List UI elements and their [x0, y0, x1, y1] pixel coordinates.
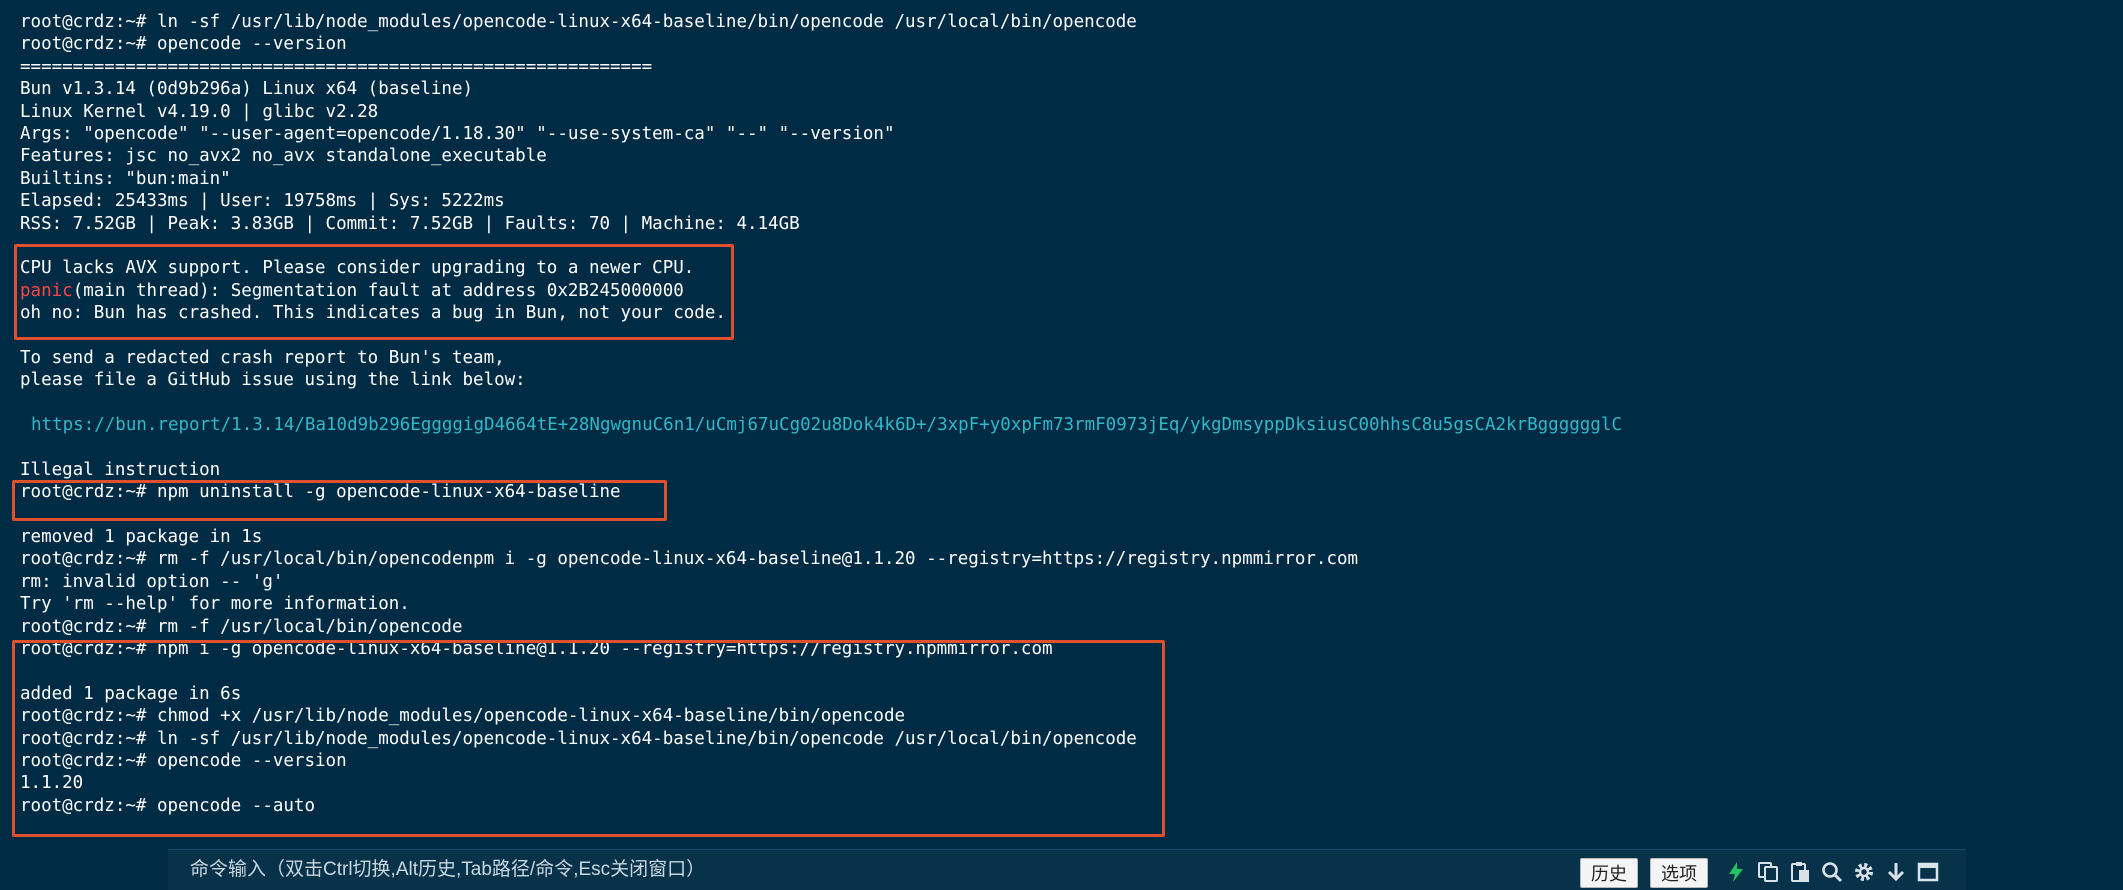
terminal-line-text: rm: invalid option -- 'g' [20, 571, 284, 592]
terminal-line: Bun v1.3.14 (0d9b296a) Linux x64 (baseli… [20, 78, 2100, 100]
terminal-line: removed 1 package in 1s [20, 526, 2100, 548]
terminal-line: Builtins: "bun:main" [20, 168, 2100, 190]
download-icon[interactable] [1882, 858, 1910, 886]
terminal-line-text: root@crdz:~# opencode --version [20, 34, 347, 55]
crash-report-link[interactable]: https://bun.report/1.3.14/Ba10d9b296Eggg… [20, 414, 2100, 436]
terminal-line-text: removed 1 package in 1s [20, 526, 263, 547]
lightning-icon[interactable] [1722, 858, 1750, 886]
terminal-line-text: Builtins: "bun:main" [20, 168, 231, 189]
terminal-line-text: root@crdz:~# rm -f /usr/local/bin/openco… [20, 549, 1359, 570]
terminal-line-text: ========================================… [20, 56, 653, 77]
terminal-line-text: Bun v1.3.14 (0d9b296a) Linux x64 (baseli… [20, 79, 474, 100]
terminal-window[interactable]: root@crdz:~# ln -sf /usr/lib/node_module… [0, 0, 2123, 890]
terminal-line-text: Args: "opencode" "--user-agent=opencode/… [20, 123, 895, 144]
highlight-uninstall-box [12, 480, 667, 521]
terminal-line: please file a GitHub issue using the lin… [20, 369, 2100, 391]
paste-icon[interactable] [1786, 858, 1814, 886]
terminal-line-text: Elapsed: 25433ms | User: 19758ms | Sys: … [20, 191, 505, 212]
options-button[interactable]: 选项 [1650, 858, 1708, 888]
terminal-line-text: RSS: 7.52GB | Peak: 3.83GB | Commit: 7.5… [20, 213, 800, 234]
terminal-line: Elapsed: 25433ms | User: 19758ms | Sys: … [20, 190, 2100, 212]
terminal-line: root@crdz:~# rm -f /usr/local/bin/openco… [20, 548, 2100, 570]
copy-icon[interactable] [1754, 858, 1782, 886]
terminal-line: Linux Kernel v4.19.0 | glibc v2.28 [20, 101, 2100, 123]
terminal-line: Illegal instruction [20, 459, 2100, 481]
terminal-line: Args: "opencode" "--user-agent=opencode/… [20, 123, 2100, 145]
terminal-line-text: please file a GitHub issue using the lin… [20, 370, 526, 391]
terminal-line: rm: invalid option -- 'g' [20, 571, 2100, 593]
command-input-bar: 历史 选项 [168, 849, 1966, 890]
window-icon[interactable] [1914, 858, 1942, 886]
terminal-line-text: Try 'rm --help' for more information. [20, 594, 410, 615]
highlight-reinstall-box [12, 640, 1165, 837]
terminal-line: root@crdz:~# ln -sf /usr/lib/node_module… [20, 11, 2100, 33]
terminal-line-text: root@crdz:~# ln -sf /usr/lib/node_module… [20, 12, 1137, 32]
history-button[interactable]: 历史 [1580, 858, 1638, 888]
search-icon[interactable] [1818, 858, 1846, 886]
terminal-line: root@crdz:~# rm -f /usr/local/bin/openco… [20, 616, 2100, 638]
terminal-line-text: Illegal instruction [20, 459, 221, 480]
terminal-line-text: root@crdz:~# rm -f /usr/local/bin/openco… [20, 616, 463, 637]
terminal-line-text: To send a redacted crash report to Bun's… [20, 347, 505, 368]
terminal-line: To send a redacted crash report to Bun's… [20, 347, 2100, 369]
terminal-line-text: https://bun.report/1.3.14/Ba10d9b296Eggg… [31, 415, 1622, 436]
terminal-line: RSS: 7.52GB | Peak: 3.83GB | Commit: 7.5… [20, 213, 2100, 235]
terminal-line: root@crdz:~# opencode --version [20, 33, 2100, 55]
terminal-line: Features: jsc no_avx2 no_avx standalone_… [20, 145, 2100, 167]
terminal-line: ========================================… [20, 56, 2100, 78]
gear-icon[interactable] [1850, 858, 1878, 886]
highlight-crash-box [14, 244, 734, 340]
terminal-line-text: Features: jsc no_avx2 no_avx standalone_… [20, 146, 547, 167]
command-input[interactable] [168, 850, 1590, 890]
terminal-line-text: Linux Kernel v4.19.0 | glibc v2.28 [20, 101, 379, 122]
terminal-line: Try 'rm --help' for more information. [20, 593, 2100, 615]
